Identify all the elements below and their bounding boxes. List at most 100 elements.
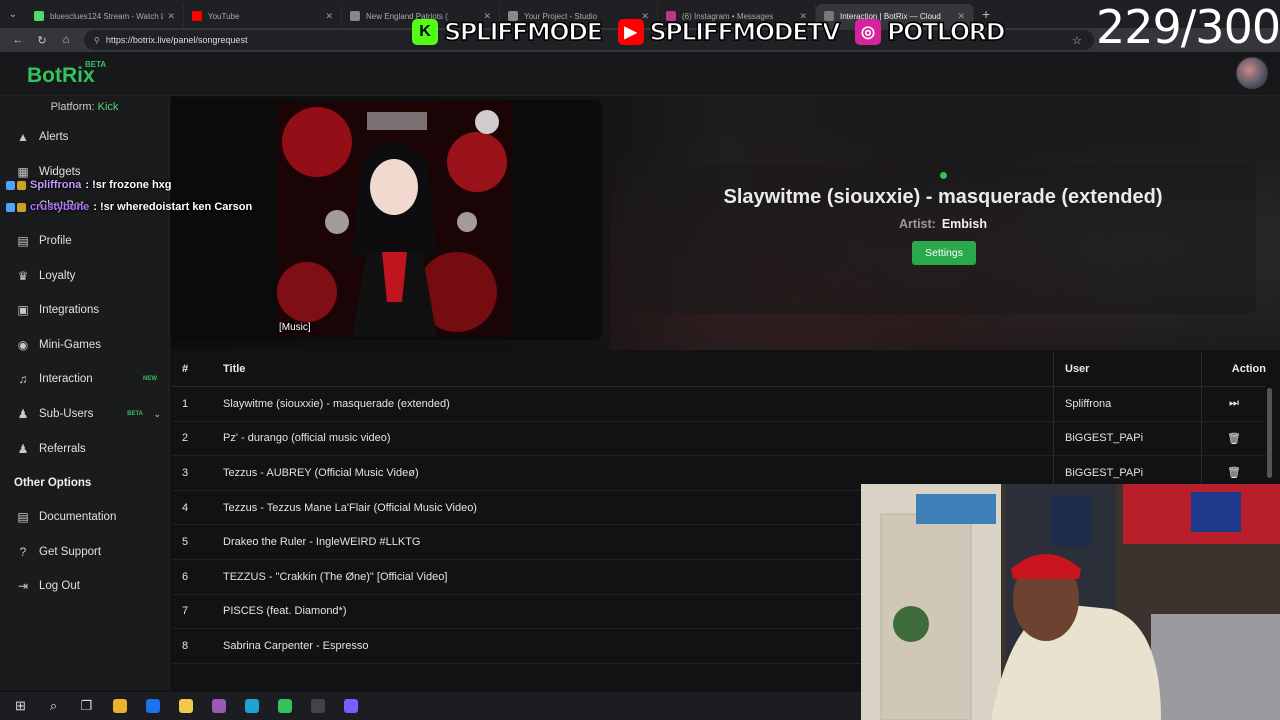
site-info-icon[interactable]: ⚲ [94, 36, 100, 45]
botrix-logo[interactable]: BotRix BETA [27, 60, 106, 88]
logout-icon: ⇥ [17, 579, 29, 594]
social-handle: SPLIFFMODETV [649, 17, 841, 47]
task-view-icon[interactable]: ❐ [70, 692, 103, 720]
table-header: # Title User Action [172, 352, 1266, 387]
sidebar-item-sub-users[interactable]: ♟ Sub-Users BETA ⌄ [0, 397, 169, 432]
chevron-down-icon[interactable]: ⌄ [153, 409, 161, 420]
row-action: ⏭ [1202, 387, 1266, 421]
tab-search-chevron-icon[interactable]: ⌄ [0, 0, 26, 28]
social-overlay: K SPLIFFMODE ▶ SPLIFFMODETV ◎ POTLORD [412, 10, 1020, 54]
chat-badge-icon [6, 202, 15, 212]
sidebar-item-label: Profile [39, 235, 72, 248]
chat-overlay: Spliffrona: !sr frozone hxg crustybone: !… [6, 174, 276, 218]
taskbar-app-glyph [343, 699, 358, 713]
platform-value: Kick [97, 101, 119, 113]
tab-favicon-icon [34, 11, 44, 21]
taskbar-app-glyph [178, 699, 193, 713]
back-icon[interactable]: ← [6, 34, 30, 46]
sidebar-item-interaction[interactable]: ♫ Interaction NEW [0, 362, 169, 397]
taskbar-app-glyph [211, 699, 226, 713]
doc-icon: ▤ [17, 510, 29, 525]
tab-favicon-icon [350, 11, 360, 21]
logo-beta-tag: BETA [85, 60, 107, 69]
chat-username: Spliffrona [30, 179, 82, 191]
chat-text: : !sr frozone hxg [85, 179, 172, 191]
sidebar-item-alerts[interactable]: ▲ Alerts [0, 120, 169, 155]
other-options-heading: Other Options [14, 476, 92, 489]
url-text: https://botrix.live/panel/songrequest [105, 35, 248, 45]
now-playing-title: Slaywitme (siouxxie) - masquerade (exten… [723, 186, 1163, 208]
table-row[interactable]: 2 Pz' - durango (official music video) BiG… [172, 421, 1266, 457]
tab-close-icon[interactable]: ✕ [167, 11, 175, 22]
home-icon[interactable]: ⌂ [54, 34, 78, 46]
row-title: Slaywitme (siouxxie) - masquerade (exten… [223, 387, 1054, 421]
search-icon[interactable]: ⌕ [37, 692, 70, 720]
chat-message: Spliffrona: !sr frozone hxg [6, 174, 276, 196]
chat-badge-icon [17, 180, 26, 190]
tab-close-icon[interactable]: ✕ [325, 11, 333, 22]
sidebar-badge: NEW [143, 376, 157, 383]
sidebar-item-loyalty[interactable]: ♛ Loyalty [0, 258, 169, 293]
row-user: Spliffrona [1054, 387, 1202, 421]
store-icon[interactable] [169, 692, 202, 720]
chat-username: crustybone [30, 201, 90, 213]
skip-icon[interactable]: ⏭ [1229, 397, 1239, 410]
queue-scrollbar[interactable] [1267, 388, 1272, 478]
trash-icon[interactable]: 🗑 [1227, 432, 1241, 445]
music-icon: ♫ [18, 372, 28, 387]
settings-button[interactable]: Settings [912, 241, 976, 265]
sidebar-item-label: Documentation [39, 511, 117, 524]
row-title: Pz' - durango (official music video) [223, 421, 1054, 456]
row-number: 5 [182, 536, 189, 549]
outlook-icon[interactable] [136, 692, 169, 720]
row-number: 4 [182, 501, 189, 514]
row-number: 2 [182, 432, 189, 445]
taskbar-app-glyph [145, 699, 160, 713]
now-playing-artist: Artist: Embish [610, 217, 1276, 231]
bookmark-star-icon[interactable]: ☆ [1072, 34, 1082, 47]
obs-icon[interactable] [301, 692, 334, 720]
row-user: BiGGEST_PAPi [1054, 421, 1202, 456]
webcam-overlay [861, 484, 1280, 720]
artist-label: Artist: [899, 217, 936, 231]
trash-icon[interactable]: 🗑 [1227, 466, 1241, 479]
row-number: 1 [182, 397, 189, 410]
browser-tab[interactable]: bluesclues124 Stream - Watch Liv ✕ [26, 4, 184, 28]
edge-icon[interactable] [235, 692, 268, 720]
youtube-icon: ▶ [617, 19, 644, 45]
reload-icon[interactable]: ↻ [30, 34, 54, 47]
playing-status-dot [940, 172, 947, 179]
tab-favicon-icon [192, 11, 202, 21]
table-row[interactable]: 1 Slaywitme (siouxxie) - masquerade (exte… [172, 387, 1266, 422]
tab-title: YouTube [208, 11, 240, 21]
sidebar-item-profile[interactable]: ▤ Profile [0, 224, 169, 259]
chat-text: : !sr wheredoistart ken Carson [93, 201, 253, 213]
kick-icon: K [412, 19, 438, 45]
profile-icon: ▤ [17, 234, 29, 249]
header-action: Action [1231, 363, 1266, 375]
user-avatar[interactable] [1236, 57, 1268, 89]
app-green-icon[interactable] [268, 692, 301, 720]
header-num: # [182, 363, 189, 375]
app-icon[interactable] [202, 692, 235, 720]
referrals-icon: ♟ [17, 441, 29, 456]
taskbar-app-glyph [244, 699, 259, 713]
instagram-icon: ◎ [854, 19, 881, 45]
social-handle: POTLORD [886, 17, 1006, 47]
sidebar-item-mini-games[interactable]: ◉ Mini-Games [0, 328, 169, 363]
sidebar-item-referrals[interactable]: ♟ Referrals [0, 431, 169, 466]
app-header: BotRix BETA [0, 52, 1280, 96]
sidebar-item-get-support[interactable]: ? Get Support [0, 535, 169, 570]
browser-tab[interactable]: YouTube ✕ [184, 4, 342, 28]
chat-message: crustybone: !sr wheredoistart ken Carson [6, 196, 276, 218]
file-explorer-icon[interactable] [103, 692, 136, 720]
windows-start-icon[interactable]: ⊞ [4, 692, 37, 720]
header-user: User [1054, 352, 1202, 386]
sidebar-item-label: Mini-Games [39, 338, 101, 351]
sidebar-item-log-out[interactable]: ⇥ Log Out [0, 569, 169, 604]
sidebar-item-documentation[interactable]: ▤ Documentation [0, 500, 169, 535]
artist-name: Embish [941, 217, 987, 231]
video-caption: [Music] [277, 322, 313, 333]
app-purple-icon[interactable] [334, 692, 367, 720]
sidebar-item-integrations[interactable]: ▣ Integrations [0, 293, 169, 328]
